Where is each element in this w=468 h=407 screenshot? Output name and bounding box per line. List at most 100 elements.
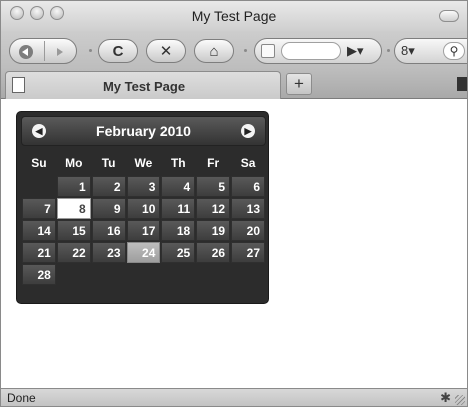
address-bar[interactable]: ▶▾: [254, 38, 382, 64]
datepicker: ◀ February 2010 ▶ Su Mo Tu We Th Fr Sa 1…: [16, 111, 269, 304]
tab-my-test-page[interactable]: My Test Page: [5, 71, 281, 99]
calendar-day-23[interactable]: 23: [91, 242, 126, 263]
search-bar[interactable]: 8▾ ⚲: [394, 38, 467, 64]
forward-arrow-icon[interactable]: [52, 44, 68, 60]
empty-day-cell: [161, 264, 195, 285]
calendar-day-15[interactable]: 15: [56, 220, 91, 241]
empty-day-cell: [196, 264, 230, 285]
calendar-cell: 24: [126, 242, 161, 263]
empty-day-cell: [231, 264, 265, 285]
calendar-cell: 3: [126, 176, 161, 197]
next-month-icon[interactable]: ▶: [241, 124, 255, 138]
back-arrow-icon[interactable]: [18, 44, 34, 60]
empty-day-cell: [22, 176, 56, 197]
weekday-header: Mo: [65, 156, 83, 170]
calendar-day-18[interactable]: 18: [161, 220, 196, 241]
empty-day-cell: [57, 264, 91, 285]
calendar-cell: 22: [56, 242, 91, 263]
stop-icon: ✕: [159, 43, 173, 60]
calendar-cell: 14: [22, 220, 56, 241]
weekday-header: We: [134, 156, 153, 170]
status-bar: Done ✱: [1, 388, 467, 406]
calendar-cell: 8: [56, 198, 91, 219]
calendar-cell: 7: [22, 198, 56, 219]
calendar-day-13[interactable]: 13: [231, 198, 265, 219]
calendar-body: 1 2 3 4 5 6 7 8 9 10 11 12 13 14 15 16 17 18 19 20 21 22 23 24 2…: [22, 176, 265, 285]
weekday-header: Fr: [207, 156, 220, 170]
calendar-cell: 25: [161, 242, 196, 263]
calendar-cell: [92, 264, 126, 285]
status-text: Done: [7, 391, 36, 405]
calendar-day-10[interactable]: 10: [126, 198, 161, 219]
calendar-cell: [161, 264, 195, 285]
calendar-week-row: 14 15 16 17 18 19 20: [22, 220, 265, 241]
calendar-cell: [231, 264, 265, 285]
page-icon: [261, 44, 275, 58]
search-icon[interactable]: ⚲: [443, 42, 465, 60]
toolbar-separator: [244, 49, 247, 52]
calendar-day-1[interactable]: 1: [56, 176, 91, 197]
calendar-day-21[interactable]: 21: [22, 242, 56, 263]
reload-icon: C: [112, 42, 124, 60]
calendar-cell: [22, 176, 56, 197]
datepicker-month-title: February 2010: [96, 123, 191, 139]
calendar-day-4[interactable]: 4: [161, 176, 196, 197]
empty-day-cell: [92, 264, 126, 285]
calendar-day-20[interactable]: 20: [231, 220, 265, 241]
calendar-week-row: 123456: [22, 176, 265, 197]
nav-divider: [44, 41, 45, 61]
calendar-day-9[interactable]: 9: [91, 198, 126, 219]
calendar-cell: 6: [231, 176, 265, 197]
calendar-cell: 11: [161, 198, 196, 219]
calendar-cell: 12: [196, 198, 231, 219]
tab-list-icon[interactable]: [457, 77, 467, 91]
calendar-day-24[interactable]: 24: [126, 242, 161, 263]
calendar-day-27[interactable]: 27: [231, 242, 265, 263]
calendar-day-17[interactable]: 17: [126, 220, 161, 241]
calendar-week-row: 28: [22, 264, 265, 285]
calendar-day-3[interactable]: 3: [126, 176, 161, 197]
calendar-cell: 2: [91, 176, 126, 197]
stop-button[interactable]: ✕: [146, 39, 186, 63]
back-forward-control: [9, 38, 77, 64]
weekday-header-row: Su Mo Tu We Th Fr Sa: [22, 151, 265, 175]
calendar-day-25[interactable]: 25: [161, 242, 196, 263]
calendar-day-22[interactable]: 22: [56, 242, 91, 263]
url-input[interactable]: [281, 42, 341, 60]
calendar-day-26[interactable]: 26: [196, 242, 231, 263]
calendar-day-16[interactable]: 16: [91, 220, 126, 241]
home-button[interactable]: ⌂: [194, 39, 234, 63]
calendar-day-5[interactable]: 5: [196, 176, 231, 197]
calendar-week-row: 21 22 23 24 25 26 27: [22, 242, 265, 263]
weekday-header: Sa: [240, 156, 256, 170]
bug-icon[interactable]: ✱: [440, 390, 451, 406]
tab-bar: My Test Page +: [1, 69, 467, 99]
calendar-cell: 20: [231, 220, 265, 241]
calendar-day-28[interactable]: 28: [22, 264, 56, 285]
toolbar-separator: [387, 49, 390, 52]
calendar-day-11[interactable]: 11: [161, 198, 196, 219]
tab-label: My Test Page: [102, 79, 186, 94]
calendar-day-8[interactable]: 8: [56, 198, 91, 219]
calendar-cell: 19: [196, 220, 231, 241]
resize-grip[interactable]: [455, 395, 465, 405]
datepicker-header: ◀ February 2010 ▶: [21, 116, 266, 146]
search-engine-icon[interactable]: 8▾: [401, 43, 415, 59]
calendar-cell: 4: [161, 176, 196, 197]
calendar-day-6[interactable]: 6: [231, 176, 265, 197]
calendar-day-12[interactable]: 12: [196, 198, 231, 219]
calendar-day-19[interactable]: 19: [196, 220, 231, 241]
empty-day-cell: [127, 264, 161, 285]
new-tab-button[interactable]: +: [286, 73, 312, 95]
calendar-cell: 16: [91, 220, 126, 241]
weekday-header: Th: [170, 156, 186, 170]
calendar-day-2[interactable]: 2: [91, 176, 126, 197]
calendar-day-14[interactable]: 14: [22, 220, 56, 241]
calendar-cell: [127, 264, 161, 285]
weekday-header: Tu: [101, 156, 116, 170]
reload-button[interactable]: C: [98, 39, 138, 63]
calendar-cell: 26: [196, 242, 231, 263]
toolbar-toggle-button[interactable]: [439, 10, 459, 22]
go-dropdown-icon[interactable]: ▶▾: [347, 43, 364, 59]
calendar-day-7[interactable]: 7: [22, 198, 56, 219]
